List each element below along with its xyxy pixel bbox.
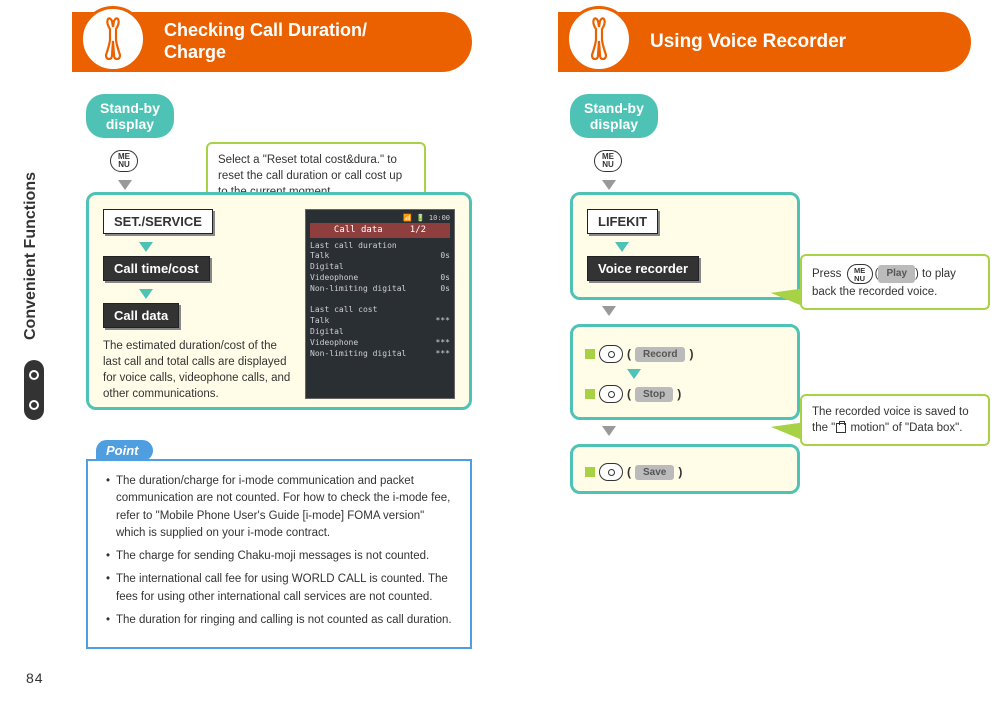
section-title-right: Using Voice Recorder: [650, 31, 846, 54]
screen-line: Talk: [310, 251, 329, 262]
screen-line: Videophone: [310, 338, 358, 349]
center-key-icon: [599, 345, 623, 363]
screen-line: Talk: [310, 316, 329, 327]
nav-call-time-cost: Call time/cost: [103, 256, 210, 281]
imotion-icon: [836, 423, 846, 433]
callout-play: Press ME NU(Play) to play back the recor…: [800, 254, 990, 310]
softkey-play: Play: [878, 265, 915, 283]
paren: (: [627, 465, 631, 479]
section-icon-right: [566, 6, 632, 72]
softkey-stop: Stop: [635, 387, 673, 402]
instruction-card-right-2: ( Record ) ( Stop ): [570, 324, 800, 420]
key-row-stop: ( Stop ): [585, 385, 785, 403]
point-box: The duration/charge for i-mode communica…: [86, 459, 472, 649]
section-title-left: Checking Call Duration/ Charge: [164, 20, 367, 63]
paren: ): [677, 387, 681, 401]
instruction-card-left: SET./SERVICE Call time/cost Call data Th…: [86, 192, 472, 410]
screen-line: Non-limiting digital: [310, 284, 406, 295]
standby-pill-right: Stand-by display: [570, 94, 658, 138]
section-icon-left: [80, 6, 146, 72]
callout-text: motion" of "Data box".: [847, 422, 962, 434]
screen-val: ***: [436, 316, 450, 327]
flow-arrow: [602, 422, 616, 440]
menu-key-left: ME NU: [110, 150, 138, 172]
key-row-save: ( Save ): [585, 463, 785, 481]
nav-lifekit: LIFEKIT: [587, 209, 658, 234]
point-item: The international call fee for using WOR…: [106, 571, 456, 606]
standby-label-right: Stand-by display: [584, 100, 644, 132]
point-item: The charge for sending Chaku-moji messag…: [106, 548, 456, 565]
point-label: Point: [96, 440, 153, 461]
standby-label-left: Stand-by display: [100, 100, 160, 132]
phone-screen-mock: 📶 🔋 10:00 Call data 1/2 Last call durati…: [305, 209, 455, 399]
screen-val: 0s: [440, 284, 450, 295]
key-row-record: ( Record ): [585, 345, 785, 363]
point-item: The duration for ringing and calling is …: [106, 612, 456, 629]
nav-set-service: SET./SERVICE: [103, 209, 213, 234]
paren: ): [689, 347, 693, 361]
nav-arrow: [139, 242, 153, 252]
nav-arrow: [627, 369, 641, 379]
screen-val: 0s: [440, 251, 450, 262]
menu-key-label: ME NU: [118, 152, 130, 169]
point-item: The duration/charge for i-mode communica…: [106, 473, 456, 542]
point-section: Point The duration/charge for i-mode com…: [86, 440, 472, 649]
menu-key-right: ME NU: [594, 150, 622, 172]
screen-val: 0s: [440, 273, 450, 284]
bullet-icon: [585, 349, 595, 359]
pliers-icon: [582, 17, 616, 61]
callout-save: The recorded voice is saved to the " mot…: [800, 394, 990, 446]
nav-call-data: Call data: [103, 303, 179, 328]
screen-line: Videophone: [310, 273, 358, 284]
screen-line: Last call cost: [310, 305, 377, 314]
instruction-card-right-3: ( Save ): [570, 444, 800, 494]
screen-line: Non-limiting digital: [310, 349, 406, 360]
menu-key-label: ME NU: [854, 266, 865, 283]
screen-val: ***: [436, 349, 450, 360]
screen-page: 1/2: [410, 225, 426, 235]
pliers-icon: [96, 17, 130, 61]
screen-title: Call data: [334, 225, 383, 235]
bullet-icon: [585, 389, 595, 399]
page-number: 84: [26, 670, 44, 686]
side-tab-decoration: [24, 360, 44, 420]
nav-arrow: [139, 289, 153, 299]
center-key-icon: [599, 463, 623, 481]
screen-line: Last call duration: [310, 241, 397, 250]
standby-pill-left: Stand-by display: [86, 94, 174, 138]
paren: (: [627, 387, 631, 401]
softkey-save: Save: [635, 465, 674, 480]
instruction-card-right-1: LIFEKIT Voice recorder: [570, 192, 800, 300]
screen-line: Digital: [310, 262, 344, 271]
center-key-icon: [599, 385, 623, 403]
bullet-icon: [585, 467, 595, 477]
menu-key-label: ME NU: [602, 152, 614, 169]
screen-val: ***: [436, 338, 450, 349]
nav-arrow: [615, 242, 629, 252]
card-description-left: The estimated duration/cost of the last …: [103, 338, 293, 402]
flow-arrow: [602, 302, 616, 320]
callout-text: Press: [812, 268, 845, 280]
softkey-record: Record: [635, 347, 685, 362]
nav-voice-recorder: Voice recorder: [587, 256, 699, 281]
side-tab-label: Convenient Functions: [22, 172, 40, 340]
menu-key-inline: ME NU: [847, 264, 873, 284]
paren: ): [678, 465, 682, 479]
screen-line: Digital: [310, 327, 344, 336]
paren: (: [627, 347, 631, 361]
